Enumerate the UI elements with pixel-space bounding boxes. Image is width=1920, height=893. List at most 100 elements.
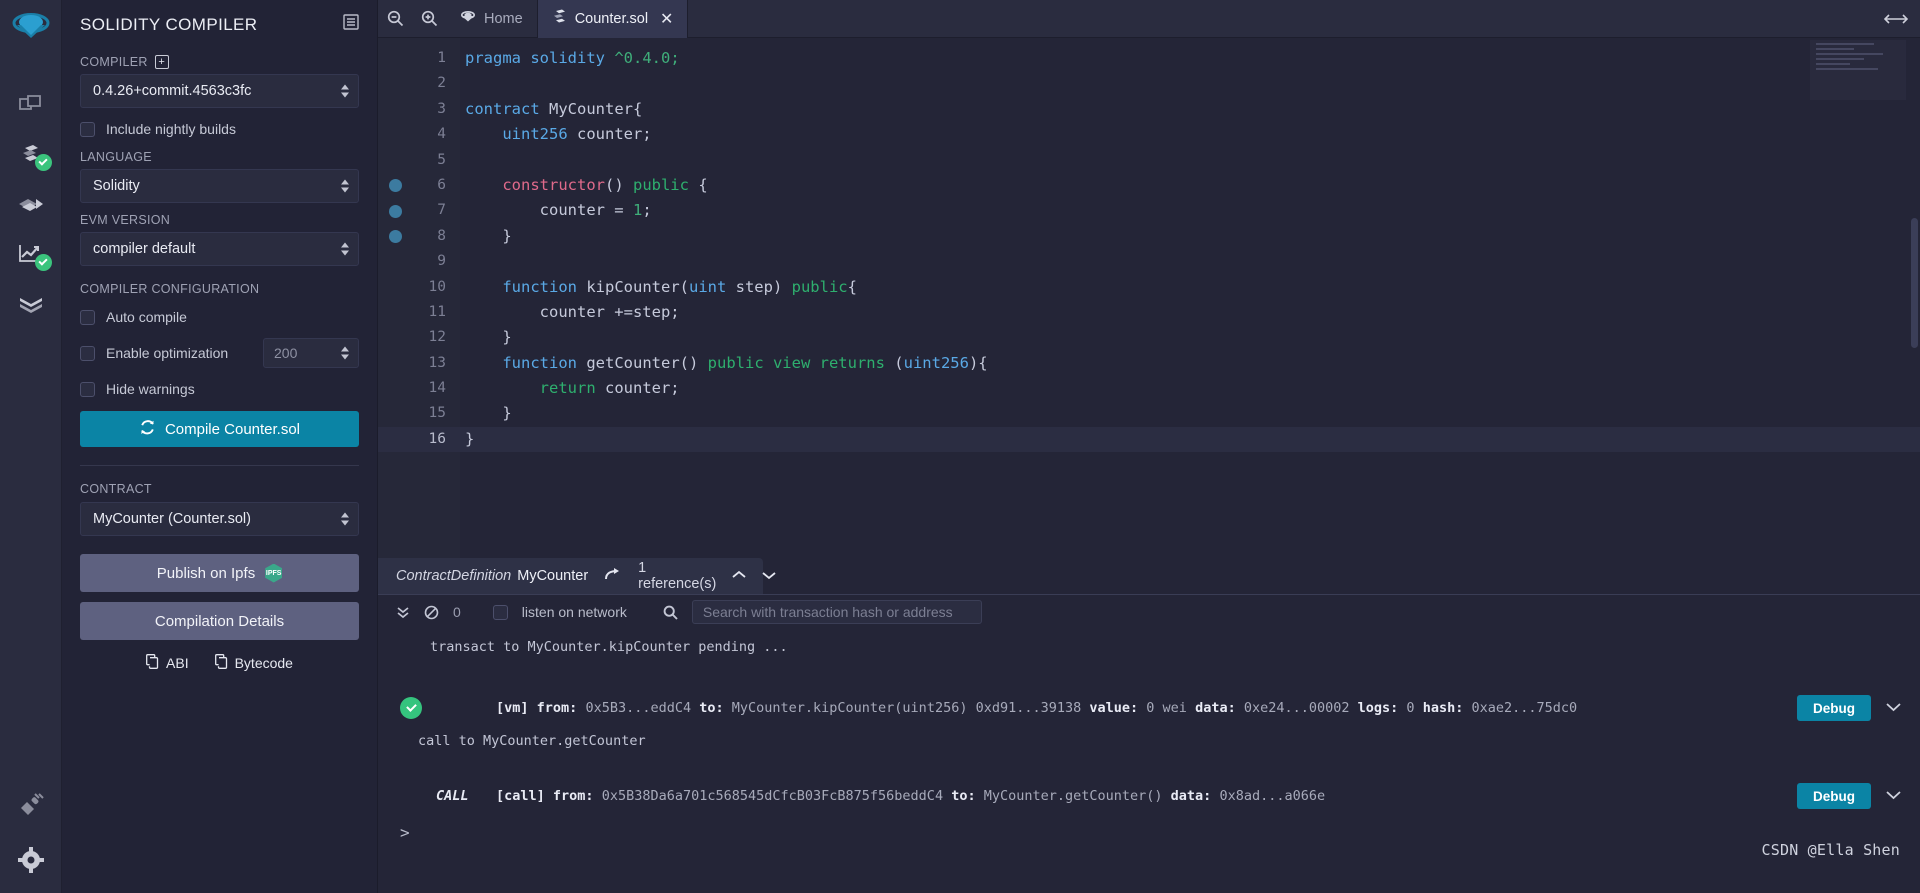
language-label-text: LANGUAGE — [80, 150, 152, 164]
expand-arrows-icon[interactable] — [1872, 0, 1920, 38]
success-check-icon — [400, 697, 422, 719]
gear-icon[interactable] — [8, 837, 54, 883]
chevron-down-icon[interactable] — [762, 568, 776, 584]
compiler-label: COMPILER + — [80, 55, 359, 69]
clear-console-icon[interactable] — [424, 605, 439, 620]
compiler-version-value: 0.4.26+commit.4563c3fc — [93, 83, 252, 99]
code-line[interactable]: 5 — [378, 148, 1920, 173]
code-editor[interactable]: 1 pragma solidity ^0.4.0; 2 3 contract MyCou… — [378, 38, 1920, 558]
code-line[interactable]: 8 } — [378, 224, 1920, 249]
reference-count[interactable]: 1 reference(s) — [638, 560, 716, 592]
publish-on-ipfs-button[interactable]: Publish on Ipfs IPFS — [80, 554, 359, 592]
auto-compile-checkbox[interactable] — [80, 309, 95, 325]
zoom-out-icon[interactable] — [378, 0, 412, 38]
code-line[interactable]: 12 } — [378, 325, 1920, 350]
code-line[interactable]: 6 constructor() public { — [378, 173, 1920, 198]
code-line[interactable]: 14 return counter; — [378, 376, 1920, 401]
icon-rail — [0, 0, 62, 893]
copy-bytecode-button[interactable]: Bytecode — [214, 654, 293, 672]
code-line[interactable]: 13 function getCounter() public view ret… — [378, 351, 1920, 376]
breakpoint-gutter[interactable] — [378, 204, 412, 218]
code-line[interactable]: 2 — [378, 71, 1920, 96]
tab-home[interactable]: Home — [446, 0, 538, 38]
breakpoint-gutter[interactable] — [378, 229, 412, 243]
line-text: } — [465, 429, 475, 448]
terminal-entry[interactable]: [vm] from: 0x5B3...eddC4 to: MyCounter.k… — [378, 689, 1920, 727]
code-line[interactable]: 4 uint256 counter; — [378, 122, 1920, 147]
breakpoint-icon[interactable] — [388, 204, 402, 218]
enable-optimization-label: Enable optimization — [106, 345, 229, 361]
add-compiler-icon[interactable]: + — [154, 55, 169, 69]
include-nightly-row[interactable]: Include nightly builds — [80, 121, 359, 137]
terminal-entry[interactable]: CALL [call] from: 0x5B38Da6a701c568545dC… — [378, 777, 1920, 815]
hide-warnings-row[interactable]: Hide warnings — [80, 381, 359, 397]
code-line[interactable]: 7 counter = 1; — [378, 198, 1920, 223]
code-line[interactable]: 9 — [378, 249, 1920, 274]
enable-optimization-row: Enable optimization 200 — [80, 338, 359, 368]
sidebar-item-file-explorer[interactable] — [8, 81, 54, 127]
sidebar-item-deploy-run[interactable] — [8, 181, 54, 227]
compilation-details-button[interactable]: Compilation Details — [80, 602, 359, 640]
chevron-up-icon[interactable] — [732, 568, 746, 584]
line-text: function kipCounter(uint step) public{ — [502, 277, 857, 296]
chevron-down-icon[interactable] — [1885, 788, 1902, 804]
terminal-log[interactable]: transact to MyCounter.kipCounter pending… — [378, 629, 1920, 893]
breakpoint-icon[interactable] — [388, 229, 402, 243]
listen-on-network-checkbox[interactable] — [492, 604, 508, 620]
evm-version-select[interactable]: compiler default — [80, 232, 359, 266]
chevron-down-icon[interactable] — [1885, 700, 1902, 716]
compiler-version-select[interactable]: 0.4.26+commit.4563c3fc — [80, 74, 359, 108]
search-icon[interactable] — [663, 605, 678, 620]
context-kind: ContractDefinition — [396, 568, 512, 584]
line-number: 15 — [428, 405, 446, 422]
debug-button[interactable]: Debug — [1797, 783, 1871, 809]
transaction-search-input[interactable]: Search with transaction hash or address — [691, 600, 982, 624]
entry-tag: CALL — [436, 788, 469, 804]
double-chevron-down-icon[interactable] — [396, 605, 410, 619]
sidebar-item-solidity-compiler[interactable] — [8, 131, 54, 177]
code-line[interactable]: 10 function kipCounter(uint step) public… — [378, 275, 1920, 300]
auto-compile-row[interactable]: Auto compile — [80, 309, 359, 325]
debug-button[interactable]: Debug — [1797, 695, 1871, 721]
remix-logo-icon[interactable] — [8, 8, 54, 59]
include-nightly-checkbox[interactable] — [80, 121, 95, 137]
line-text: pragma solidity ^0.4.0; — [465, 49, 680, 67]
chevron-updown-icon[interactable] — [341, 346, 349, 360]
code-line[interactable]: 15 } — [378, 401, 1920, 426]
optimization-runs-input[interactable]: 200 — [263, 338, 359, 368]
terminal-call-note: call to MyCounter.getCounter — [418, 733, 646, 749]
chevron-updown-icon — [341, 512, 349, 526]
auto-compile-label: Auto compile — [106, 309, 187, 325]
tab-counter-sol[interactable]: Counter.sol ✕ — [537, 0, 689, 38]
line-text: uint256 counter; — [502, 125, 652, 144]
line-text: } — [465, 226, 512, 245]
entry-fields-1: from: 0x5B38Da6a701c568545dCfcB03FcB875f… — [553, 788, 1325, 804]
hide-warnings-checkbox[interactable] — [80, 381, 95, 397]
enable-optimization-checkbox[interactable] — [80, 345, 95, 361]
list-view-icon[interactable] — [343, 14, 359, 35]
breakpoint-icon[interactable] — [388, 179, 402, 193]
code-line[interactable]: 3 contract MyCounter{ — [378, 97, 1920, 122]
zoom-in-icon[interactable] — [412, 0, 446, 38]
close-icon[interactable]: ✕ — [660, 9, 673, 29]
terminal-prompt[interactable]: > — [378, 815, 1920, 850]
code-line[interactable]: 11 counter +=step; — [378, 300, 1920, 325]
copy-icon — [214, 654, 229, 672]
contract-select[interactable]: MyCounter (Counter.sol) — [80, 502, 359, 536]
code-line[interactable]: 16} — [378, 426, 1920, 453]
chevron-updown-icon — [341, 242, 349, 256]
evm-version-label-text: EVM VERSION — [80, 213, 171, 227]
line-text: } — [465, 404, 512, 423]
sidebar-item-analysis[interactable] — [8, 231, 54, 277]
compile-button[interactable]: Compile Counter.sol — [80, 411, 359, 447]
breakpoint-gutter[interactable] — [378, 179, 412, 193]
copy-abi-button[interactable]: ABI — [146, 654, 189, 672]
sidebar-item-debugger[interactable] — [8, 281, 54, 327]
plug-icon[interactable] — [8, 781, 54, 827]
tab-counter-sol-label: Counter.sol — [574, 10, 649, 27]
field-label: to: — [951, 788, 984, 804]
code-line[interactable]: 1 pragma solidity ^0.4.0; — [378, 46, 1920, 71]
copy-icon — [146, 654, 160, 672]
language-select[interactable]: Solidity — [80, 169, 359, 203]
goto-reference-icon[interactable] — [604, 567, 622, 585]
